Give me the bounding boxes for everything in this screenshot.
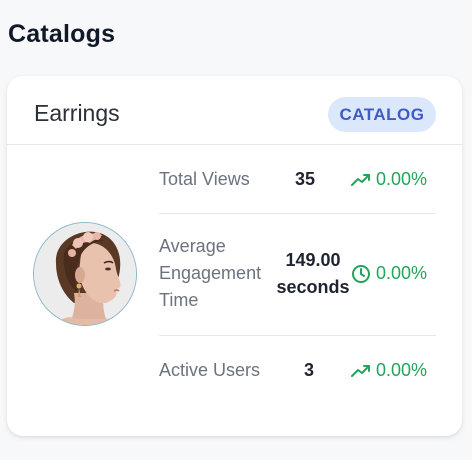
metric-change-value: 0.00% <box>376 360 428 380</box>
avatar <box>33 222 137 326</box>
metric-value: 35 <box>294 169 316 189</box>
trending-up-icon <box>351 364 370 377</box>
metric-value: 149.00 seconds <box>273 247 353 301</box>
product-image <box>34 223 136 325</box>
metric-row-total-views: Total Views 35 0.00% <box>159 144 436 214</box>
metric-value: 3 <box>303 360 314 380</box>
card-title: Earrings <box>34 100 120 126</box>
metric-label-line: Time <box>159 290 199 310</box>
catalog-badge: CATALOG <box>328 97 436 132</box>
metric-change-value: 0.00% <box>376 263 428 283</box>
metric-label: Active Users <box>159 360 261 380</box>
metric-label-line: Average <box>159 236 226 256</box>
trending-up-icon <box>351 173 370 186</box>
catalog-card[interactable]: Earrings CATALOG Total Views 35 0.00% Av… <box>7 76 462 436</box>
metric-value-line: 149.00 <box>285 250 341 270</box>
page-title: Catalogs <box>8 20 116 48</box>
card-header: Earrings CATALOG <box>7 76 462 145</box>
metric-change: 0.00% <box>351 357 427 384</box>
metric-label: Total Views <box>159 169 250 189</box>
metric-label-line: Engagement <box>159 263 262 283</box>
metric-row-avg-engagement: Average Engagement Time 149.00 seconds 0… <box>159 214 436 336</box>
clock-icon <box>352 264 370 283</box>
metric-change: 0.00% <box>351 260 427 287</box>
metric-change-value: 0.00% <box>376 169 428 189</box>
metric-change: 0.00% <box>351 166 427 193</box>
metric-row-active-users: Active Users 3 0.00% <box>159 336 436 406</box>
metric-label: Average Engagement Time <box>159 233 261 314</box>
metric-value-line: seconds <box>276 277 350 297</box>
